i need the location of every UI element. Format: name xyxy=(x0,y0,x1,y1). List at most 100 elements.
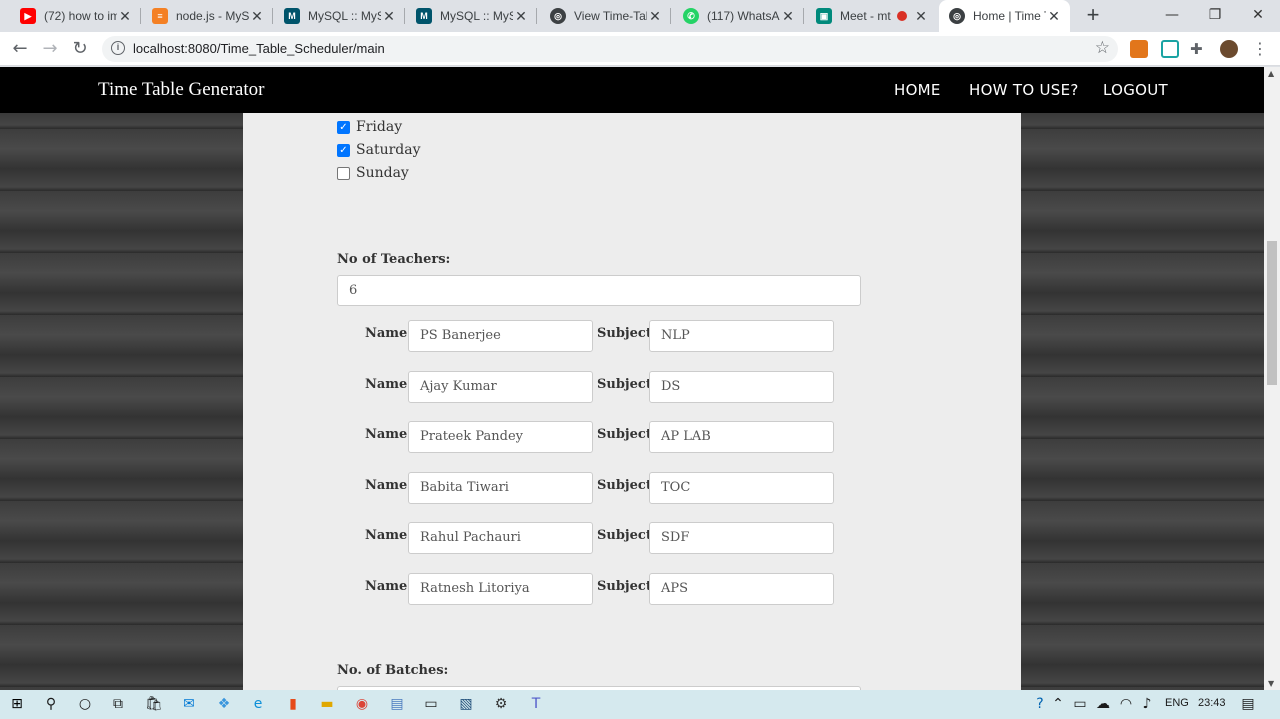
browser-tab[interactable]: ◎ View Time-Tab ✕ xyxy=(540,0,671,32)
settings-app-icon[interactable]: ⚙ xyxy=(492,695,510,713)
tab-title: Meet - mt xyxy=(840,9,891,23)
url-text[interactable]: localhost:8080/Time_Table_Scheduler/main xyxy=(133,41,385,56)
browser-tab[interactable]: ▣ Meet - mt ✕ xyxy=(806,0,937,32)
metamask-icon[interactable] xyxy=(1130,40,1148,58)
nav-home-link[interactable]: HOME xyxy=(894,81,941,99)
name-label: Name: xyxy=(365,427,413,442)
day-checkbox-saturday[interactable]: ✓ Saturday xyxy=(337,142,421,158)
site-navbar: Time Table Generator HOME HOW TO USE? LO… xyxy=(0,67,1264,113)
restore-icon[interactable]: ❐ xyxy=(1193,0,1237,30)
teachers-count-input[interactable]: 6 xyxy=(337,275,861,306)
checkbox-unchecked[interactable] xyxy=(337,166,350,180)
scrollbar-thumb[interactable] xyxy=(1267,241,1277,385)
globe-icon: ◎ xyxy=(550,8,566,24)
extension-icon[interactable] xyxy=(1161,40,1179,58)
close-tab-icon[interactable]: ✕ xyxy=(117,8,133,25)
teachers-count-label: No of Teachers: xyxy=(337,252,451,267)
subject-label: Subject: xyxy=(597,427,657,442)
close-tab-icon[interactable]: ✕ xyxy=(780,8,796,25)
day-checkbox-friday[interactable]: ✓ Friday xyxy=(337,119,402,135)
close-tab-icon[interactable]: ✕ xyxy=(381,8,397,25)
extensions-puzzle-icon[interactable]: ✚ xyxy=(1190,40,1208,58)
tray-chevron-up-icon[interactable]: ⌃ xyxy=(1049,695,1067,713)
windows-start-icon[interactable]: ⊞ xyxy=(8,695,26,713)
browser-tab[interactable]: M MySQL :: MySC ✕ xyxy=(406,0,537,32)
search-icon[interactable]: ⚲ xyxy=(42,695,60,713)
day-checkbox-sunday[interactable]: Sunday xyxy=(337,165,409,181)
chrome-icon[interactable]: ◉ xyxy=(353,695,371,713)
tab-separator xyxy=(803,8,804,24)
globe-icon: ◎ xyxy=(949,8,965,24)
avatar[interactable] xyxy=(1220,40,1238,58)
notification-icon[interactable]: ▤ xyxy=(1239,695,1257,713)
store-icon[interactable]: 🛍 xyxy=(145,695,163,713)
back-icon[interactable]: ← xyxy=(10,39,30,59)
browser-toolbar: ← → ↻ i localhost:8080/Time_Table_Schedu… xyxy=(0,32,1280,66)
teacher-subject-input[interactable]: DS xyxy=(649,371,834,403)
close-tab-icon[interactable]: ✕ xyxy=(913,8,929,25)
close-tab-icon[interactable]: ✕ xyxy=(647,8,663,25)
teacher-name-input[interactable]: Rahul Pachauri xyxy=(408,522,593,554)
onedrive-icon[interactable]: ☁ xyxy=(1094,695,1112,713)
name-label: Name: xyxy=(365,377,413,392)
close-window-icon[interactable]: ✕ xyxy=(1236,0,1280,30)
teams-icon[interactable]: T xyxy=(527,695,545,713)
wifi-icon[interactable]: ◠ xyxy=(1117,695,1135,713)
minimize-icon[interactable]: — xyxy=(1150,0,1194,30)
teacher-subject-input[interactable]: NLP xyxy=(649,320,834,352)
notepad-icon[interactable]: ▤ xyxy=(388,695,406,713)
nav-logout-link[interactable]: LOGOUT xyxy=(1103,81,1168,99)
new-tab-button[interactable]: + xyxy=(1082,4,1104,26)
page-scrollbar[interactable]: ▲ ▼ xyxy=(1264,67,1280,690)
form-panel: ✓ Friday ✓ Saturday Sunday No of Teacher… xyxy=(243,113,1021,690)
teacher-name-input[interactable]: Babita Tiwari xyxy=(408,472,593,504)
mysql-workbench-icon[interactable]: ▧ xyxy=(457,695,475,713)
reload-icon[interactable]: ↻ xyxy=(70,39,90,59)
teacher-name-input[interactable]: Prateek Pandey xyxy=(408,421,593,453)
help-icon[interactable]: ? xyxy=(1031,695,1049,713)
browser-tab[interactable]: ✆ (117) WhatsAp ✕ xyxy=(673,0,804,32)
teacher-name-input[interactable]: Ajay Kumar xyxy=(408,371,593,403)
mysql-icon: M xyxy=(284,8,300,24)
battery-icon[interactable]: ▭ xyxy=(1071,695,1089,713)
mail-icon[interactable]: ✉ xyxy=(180,695,198,713)
close-tab-icon[interactable]: ✕ xyxy=(1046,8,1062,25)
clock[interactable]: 23:43 xyxy=(1198,697,1226,709)
office-icon[interactable]: ▮ xyxy=(284,695,302,713)
scroll-up-arrow-icon[interactable]: ▲ xyxy=(1268,69,1274,78)
browser-tab[interactable]: M MySQL :: MySC ✕ xyxy=(274,0,405,32)
close-tab-icon[interactable]: ✕ xyxy=(513,8,529,25)
address-bar[interactable]: i localhost:8080/Time_Table_Scheduler/ma… xyxy=(102,36,1118,62)
browser-tab[interactable]: ▶ (72) how to im ✕ xyxy=(10,0,141,32)
file-explorer-icon[interactable]: ▬ xyxy=(318,695,336,713)
scroll-down-arrow-icon[interactable]: ▼ xyxy=(1268,679,1274,688)
bookmark-star-icon[interactable]: ☆ xyxy=(1095,38,1110,58)
close-tab-icon[interactable]: ✕ xyxy=(249,8,265,25)
teacher-subject-input[interactable]: TOC xyxy=(649,472,834,504)
name-label: Name: xyxy=(365,326,413,341)
subject-label: Subject: xyxy=(597,579,657,594)
nav-how-to-use-link[interactable]: HOW TO USE? xyxy=(969,81,1079,99)
language-indicator[interactable]: ENG xyxy=(1165,697,1189,709)
cortana-icon[interactable]: ○ xyxy=(76,695,94,713)
tab-separator xyxy=(272,8,273,24)
teacher-subject-input[interactable]: SDF xyxy=(649,522,834,554)
day-label: Saturday xyxy=(356,142,421,158)
dropbox-icon[interactable]: ❖ xyxy=(215,695,233,713)
edge-icon[interactable]: e xyxy=(249,695,267,713)
teacher-name-input[interactable]: PS Banerjee xyxy=(408,320,593,352)
browser-tab[interactable]: ≡ node.js - MySC ✕ xyxy=(142,0,273,32)
checkbox-checked[interactable]: ✓ xyxy=(337,120,350,134)
teacher-name-input[interactable]: Ratnesh Litoriya xyxy=(408,573,593,605)
teacher-subject-input[interactable]: AP LAB xyxy=(649,421,834,453)
browser-tab-active[interactable]: ◎ Home | Time T ✕ xyxy=(939,0,1070,32)
checkbox-checked[interactable]: ✓ xyxy=(337,143,350,157)
forward-icon[interactable]: → xyxy=(40,39,60,59)
site-brand[interactable]: Time Table Generator xyxy=(98,79,264,101)
terminal-icon[interactable]: ▭ xyxy=(422,695,440,713)
volume-icon[interactable]: ♪ xyxy=(1138,695,1156,713)
info-icon[interactable]: i xyxy=(111,41,125,55)
task-view-icon[interactable]: ⧉ xyxy=(109,695,127,713)
menu-kebab-icon[interactable]: ⋮ xyxy=(1250,39,1270,59)
teacher-subject-input[interactable]: APS xyxy=(649,573,834,605)
